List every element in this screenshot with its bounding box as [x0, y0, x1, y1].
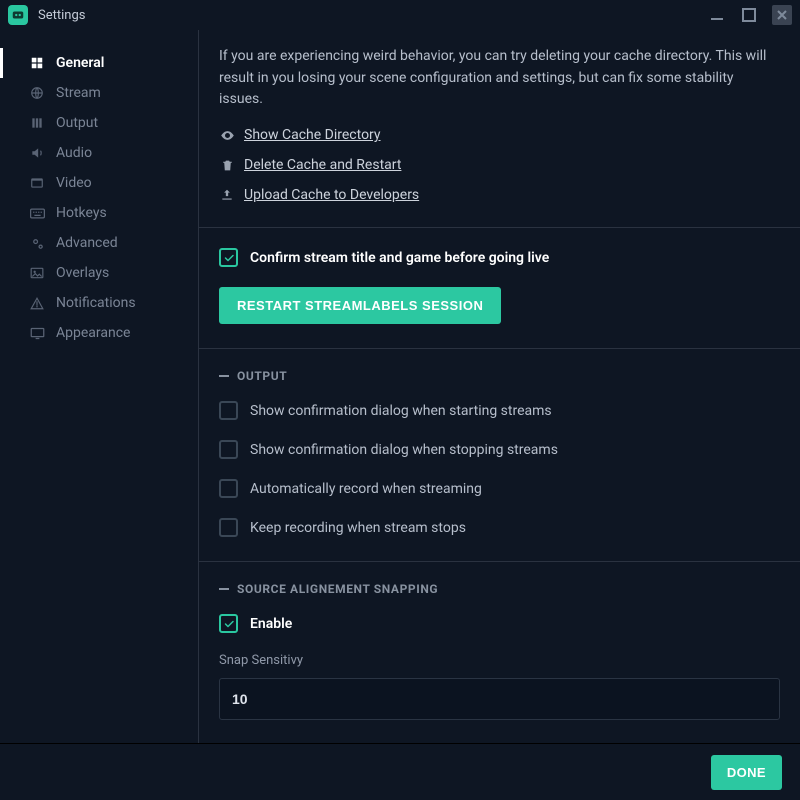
- sidebar-item-video[interactable]: Video: [0, 168, 198, 198]
- snapping-enable-label: Enable: [250, 616, 292, 632]
- keyboard-icon: [28, 208, 46, 219]
- output-option-label: Automatically record when streaming: [250, 481, 482, 497]
- sidebar-item-overlays[interactable]: Overlays: [0, 258, 198, 288]
- sidebar-item-hotkeys[interactable]: Hotkeys: [0, 198, 198, 228]
- confirm-live-checkbox[interactable]: [219, 248, 238, 267]
- confirm-live-row: Confirm stream title and game before goi…: [219, 248, 780, 267]
- show-cache-row: Show Cache Directory: [219, 127, 780, 143]
- snapping-section-title: SOURCE ALIGNEMENT SNAPPING: [237, 582, 438, 596]
- window-title: Settings: [38, 8, 708, 23]
- sidebar-item-label: Video: [56, 175, 92, 191]
- cache-description: If you are experiencing weird behavior, …: [219, 46, 780, 111]
- upload-cache-link[interactable]: Upload Cache to Developers: [244, 187, 419, 203]
- sidebar-item-label: Output: [56, 115, 98, 131]
- trash-icon: [219, 158, 235, 173]
- output-option-label: Show confirmation dialog when starting s…: [250, 403, 552, 419]
- sidebar-item-advanced[interactable]: Advanced: [0, 228, 198, 258]
- settings-main: General Stream Output Audio Video Hotkeys Adva…: [0, 30, 800, 743]
- window-controls: [708, 5, 792, 25]
- snapping-section: SOURCE ALIGNEMENT SNAPPING Enable Snap S…: [199, 561, 800, 743]
- image-icon: [28, 267, 46, 279]
- collapse-icon: [219, 588, 229, 590]
- output-option-checkbox[interactable]: [219, 440, 238, 459]
- output-section-header[interactable]: OUTPUT: [219, 369, 780, 383]
- upload-cache-row: Upload Cache to Developers: [219, 187, 780, 203]
- output-option-row: Show confirmation dialog when stopping s…: [219, 440, 780, 459]
- upload-icon: [219, 188, 235, 202]
- output-option-row: Show confirmation dialog when starting s…: [219, 401, 780, 420]
- sidebar: General Stream Output Audio Video Hotkeys Adva…: [0, 30, 199, 743]
- confirm-live-label: Confirm stream title and game before goi…: [250, 250, 549, 266]
- collapse-icon: [219, 375, 229, 377]
- sidebar-item-label: Overlays: [56, 265, 109, 281]
- output-option-checkbox[interactable]: [219, 479, 238, 498]
- done-button[interactable]: DONE: [711, 755, 782, 790]
- grid-icon: [28, 56, 46, 70]
- delete-cache-row: Delete Cache and Restart: [219, 157, 780, 173]
- output-section: OUTPUT Show confirmation dialog when sta…: [199, 348, 800, 561]
- minimize-button[interactable]: [708, 6, 726, 24]
- sidebar-item-label: General: [56, 55, 104, 71]
- confirm-section: Confirm stream title and game before goi…: [199, 227, 800, 348]
- output-option-checkbox[interactable]: [219, 518, 238, 537]
- cogs-icon: [28, 236, 46, 251]
- footer: DONE: [0, 743, 800, 800]
- sidebar-item-label: Appearance: [56, 325, 130, 341]
- output-option-checkbox[interactable]: [219, 401, 238, 420]
- output-option-label: Keep recording when stream stops: [250, 520, 466, 536]
- sidebar-item-label: Notifications: [56, 295, 136, 311]
- sidebar-item-notifications[interactable]: Notifications: [0, 288, 198, 318]
- content-scroll[interactable]: If you are experiencing weird behavior, …: [199, 30, 800, 743]
- snapping-enable-row: Enable: [219, 614, 780, 633]
- sidebar-item-output[interactable]: Output: [0, 108, 198, 138]
- sidebar-item-label: Advanced: [56, 235, 118, 251]
- sidebar-item-audio[interactable]: Audio: [0, 138, 198, 168]
- output-section-title: OUTPUT: [237, 369, 287, 383]
- restart-streamlabels-button[interactable]: RESTART STREAMLABELS SESSION: [219, 287, 501, 324]
- cache-block: If you are experiencing weird behavior, …: [199, 30, 800, 227]
- sidebar-item-label: Audio: [56, 145, 92, 161]
- titlebar: Settings: [0, 0, 800, 30]
- audio-icon: [28, 146, 46, 160]
- monitor-icon: [28, 327, 46, 340]
- sidebar-item-label: Stream: [56, 85, 101, 101]
- video-icon: [28, 176, 46, 190]
- sidebar-item-general[interactable]: General: [0, 48, 198, 78]
- sidebar-item-label: Hotkeys: [56, 205, 107, 221]
- show-cache-link[interactable]: Show Cache Directory: [244, 127, 381, 143]
- output-option-row: Keep recording when stream stops: [219, 518, 780, 537]
- delete-cache-link[interactable]: Delete Cache and Restart: [244, 157, 401, 173]
- output-icon: [28, 116, 46, 130]
- snap-sensitivity-input[interactable]: [219, 678, 780, 720]
- app-logo-icon: [8, 5, 28, 25]
- maximize-button[interactable]: [740, 6, 758, 24]
- snap-sensitivity-label: Snap Sensitivy: [219, 653, 780, 668]
- eye-icon: [219, 128, 235, 143]
- snapping-enable-checkbox[interactable]: [219, 614, 238, 633]
- snapping-section-header[interactable]: SOURCE ALIGNEMENT SNAPPING: [219, 582, 780, 596]
- warning-icon: [28, 297, 46, 310]
- globe-icon: [28, 86, 46, 100]
- output-option-row: Automatically record when streaming: [219, 479, 780, 498]
- sidebar-item-appearance[interactable]: Appearance: [0, 318, 198, 348]
- sidebar-item-stream[interactable]: Stream: [0, 78, 198, 108]
- output-option-label: Show confirmation dialog when stopping s…: [250, 442, 558, 458]
- close-button[interactable]: [772, 5, 792, 25]
